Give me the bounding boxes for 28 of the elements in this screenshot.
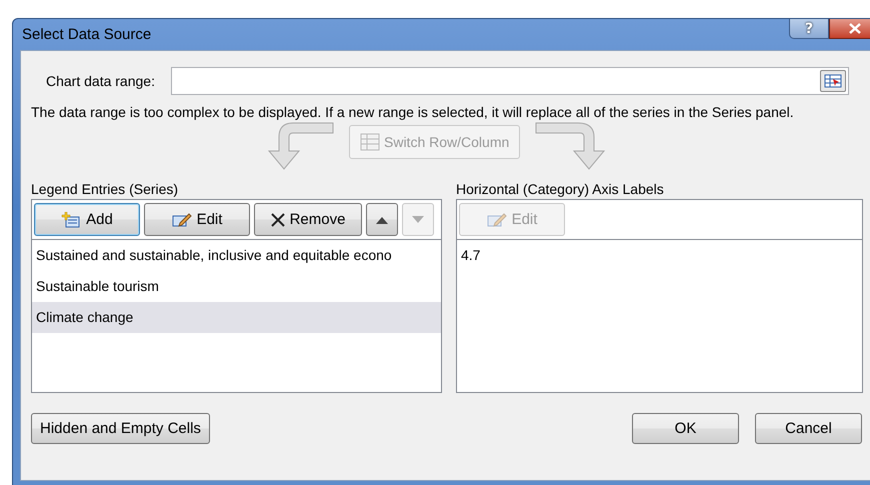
section-label: Legend Entries (Series) — [31, 181, 180, 199]
dialog-button[interactable]: Cancel — [755, 413, 862, 444]
window-title: Select Data Source — [21, 26, 152, 43]
add-icon — [61, 212, 82, 228]
dialog-button[interactable]: OK — [632, 413, 739, 444]
section-label: Horizontal (Category) Axis Labels — [456, 181, 665, 199]
add-button[interactable]: Add — [34, 203, 140, 236]
remove-button[interactable]: Remove — [254, 203, 362, 236]
list-item[interactable]: Climate change — [32, 302, 441, 333]
edit-icon — [486, 212, 507, 228]
move-up-button[interactable] — [366, 203, 398, 236]
edit-button[interactable]: Edit — [144, 203, 250, 236]
table-icon — [360, 133, 380, 151]
range-select-icon — [824, 74, 842, 88]
up-triangle-icon — [376, 216, 388, 224]
list-item[interactable]: Sustainable tourism — [32, 271, 441, 302]
info-message: The data range is too complex to be displayed. If a new range is selected, it will replace all of the series in the Series panel. — [31, 103, 795, 121]
close-icon — [270, 212, 285, 226]
collapse-dialog-button[interactable] — [820, 70, 846, 92]
chart-data-range-field[interactable] — [170, 67, 849, 95]
list-item[interactable]: 4.7 — [457, 240, 862, 271]
hidden-empty-cells-button[interactable]: Hidden and Empty Cells — [31, 413, 210, 444]
close-button[interactable] — [829, 19, 870, 39]
edit-icon — [172, 212, 192, 228]
field-label: Chart data range: — [46, 73, 155, 89]
list-item[interactable]: Sustained and sustainable, inclusive and equitable econo — [32, 240, 441, 271]
close-icon — [849, 23, 861, 34]
down-triangle-icon — [412, 216, 424, 224]
